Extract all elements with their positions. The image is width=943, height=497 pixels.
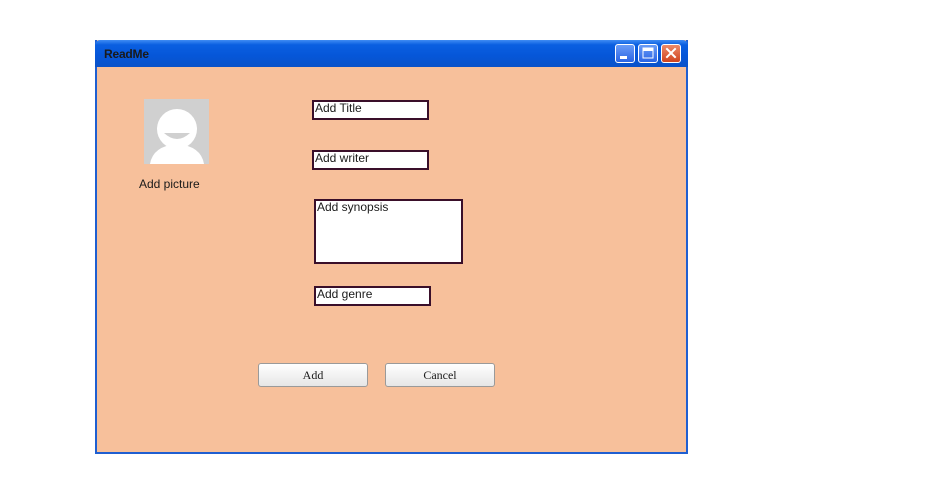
close-icon: [665, 47, 677, 59]
window-title: ReadMe: [104, 47, 149, 61]
genre-input[interactable]: Add genre: [314, 286, 431, 306]
window-titlebar[interactable]: ReadMe: [95, 40, 688, 67]
writer-input[interactable]: Add writer: [312, 150, 429, 170]
add-button[interactable]: Add: [258, 363, 368, 387]
title-input[interactable]: Add Title: [312, 100, 429, 120]
minimize-button[interactable]: [615, 44, 635, 63]
cancel-button[interactable]: Cancel: [385, 363, 495, 387]
avatar-placeholder-icon: [144, 99, 209, 164]
maximize-button[interactable]: [638, 44, 658, 63]
maximize-icon: [642, 47, 654, 59]
readme-window: ReadMe Add picture Add Title Add writer …: [95, 40, 688, 454]
add-picture-label: Add picture: [139, 177, 200, 191]
synopsis-textarea[interactable]: Add synopsis: [314, 199, 463, 264]
close-button[interactable]: [661, 44, 681, 63]
add-picture-button[interactable]: [144, 99, 209, 164]
minimize-icon: [620, 56, 627, 59]
